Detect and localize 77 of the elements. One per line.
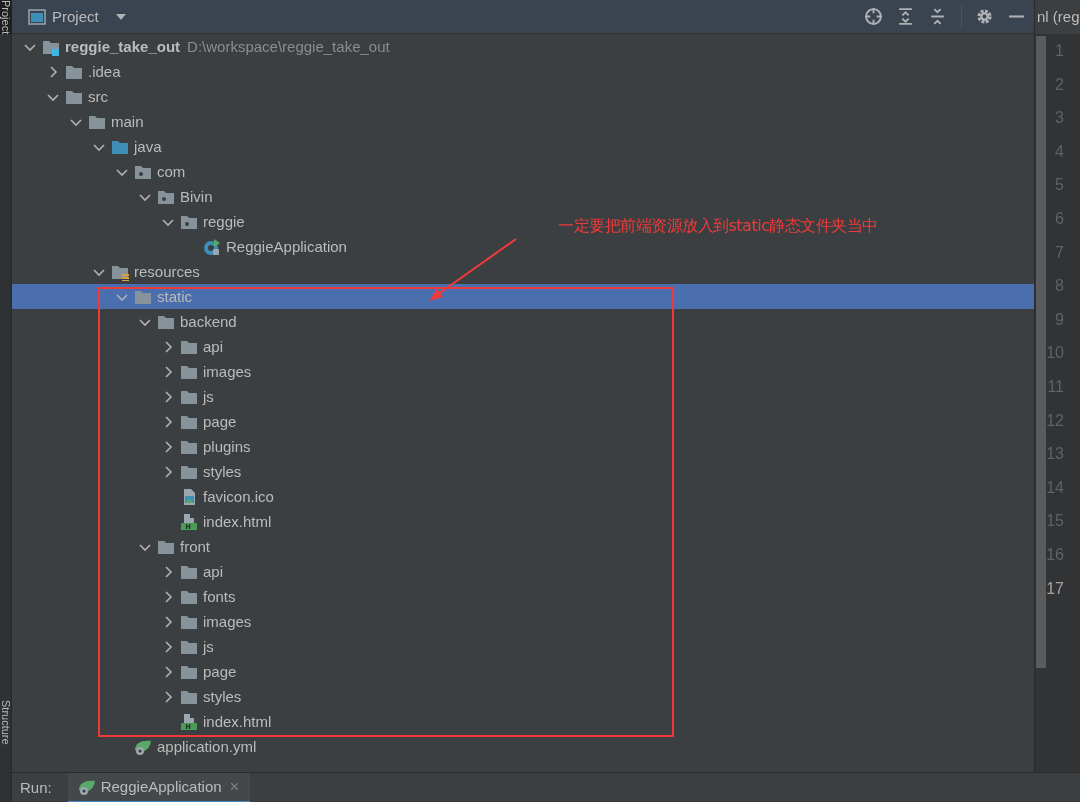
tree-row[interactable]: application.yml [12, 734, 257, 759]
tree-row[interactable]: Bivin [12, 184, 213, 209]
node-name: Bivin [180, 188, 213, 205]
node-name: application.yml [157, 738, 257, 755]
node-name: main [111, 113, 144, 130]
expand-all-icon[interactable] [896, 7, 915, 26]
collapse-all-icon[interactable] [928, 7, 947, 26]
tree-row[interactable]: styles [12, 684, 242, 709]
tree-row[interactable]: java [12, 134, 162, 159]
dropdown-icon[interactable] [114, 12, 127, 21]
tree-row[interactable]: main [12, 109, 144, 134]
tree-row[interactable]: styles [12, 459, 242, 484]
tree-row[interactable]: api [12, 334, 224, 359]
tool-window-label[interactable]: Structure [0, 700, 12, 745]
tree-row[interactable]: api [12, 559, 224, 584]
node-name: favicon.ico [203, 488, 274, 505]
editor-tab[interactable]: nl (reg [1035, 0, 1080, 34]
node-name: com [157, 163, 186, 180]
node-name: images [203, 613, 252, 630]
node-name: backend [180, 313, 237, 330]
tree-row[interactable]: page [12, 409, 237, 434]
node-name: java [134, 138, 162, 155]
node-name: src [88, 88, 108, 105]
tree-row[interactable]: reggie_take_out D:\workspace\reggie_take_out [12, 34, 390, 59]
node-name: reggie [203, 213, 245, 230]
tree-row[interactable]: js [12, 634, 214, 659]
tree-row[interactable]: backend [12, 309, 237, 334]
tree-row[interactable]: reggie [12, 209, 245, 234]
node-name: api [203, 563, 224, 580]
node-name: .idea [88, 63, 121, 80]
node-name: ReggieApplication [226, 238, 347, 255]
class-icon [203, 237, 221, 256]
locate-icon[interactable] [864, 7, 883, 26]
tree-row[interactable]: ReggieApplication [12, 234, 347, 259]
node-name: js [203, 638, 214, 655]
tree-row[interactable]: index.html [12, 509, 272, 534]
window-icon [28, 7, 46, 26]
tree-row[interactable]: com [12, 159, 186, 184]
tool-window-label[interactable]: Project [0, 0, 12, 35]
tree-row[interactable]: images [12, 359, 252, 384]
node-name: fonts [203, 588, 236, 605]
tree-row[interactable]: js [12, 384, 214, 409]
node-name: plugins [203, 438, 251, 455]
node-name: resources [134, 263, 200, 280]
node-name: page [203, 413, 237, 430]
tree-row[interactable]: images [12, 609, 252, 634]
tree-row[interactable]: index.html [12, 709, 272, 734]
node-name: styles [203, 688, 242, 705]
tree-row[interactable]: front [12, 534, 210, 559]
tree-row[interactable]: .idea [12, 59, 121, 84]
node-name: js [203, 388, 214, 405]
line-number: 17 [1046, 578, 1064, 599]
panel-title[interactable]: Project [52, 8, 99, 25]
node-name: static [157, 288, 192, 305]
node-name: images [203, 363, 252, 380]
node-name: reggie_take_out [65, 38, 181, 55]
tree-row[interactable]: resources [12, 259, 200, 284]
tree-row[interactable]: fonts [12, 584, 236, 609]
node-path: D:\workspace\reggie_take_out [187, 38, 390, 55]
tree-row[interactable]: favicon.ico [12, 484, 274, 509]
run-label: Run: [20, 779, 52, 796]
tree-row[interactable]: page [12, 659, 237, 684]
tree-row[interactable]: src [12, 84, 108, 109]
node-name: index.html [203, 713, 272, 730]
run-tab-title: ReggieApplication [100, 778, 222, 795]
node-name: api [203, 338, 224, 355]
node-name: page [203, 663, 237, 680]
node-name: index.html [203, 513, 272, 530]
html-file-icon [180, 512, 198, 531]
tree-row[interactable]: plugins [12, 434, 251, 459]
annotation-text: 一定要把前端资源放入到static静态文件夹当中 [558, 216, 878, 237]
node-name: styles [203, 463, 242, 480]
html-file-icon [180, 712, 198, 731]
run-tab[interactable]: ReggieApplication × [67, 772, 250, 802]
settings-icon[interactable] [975, 7, 994, 26]
scrollbar[interactable] [1036, 36, 1046, 668]
node-name: front [180, 538, 210, 555]
